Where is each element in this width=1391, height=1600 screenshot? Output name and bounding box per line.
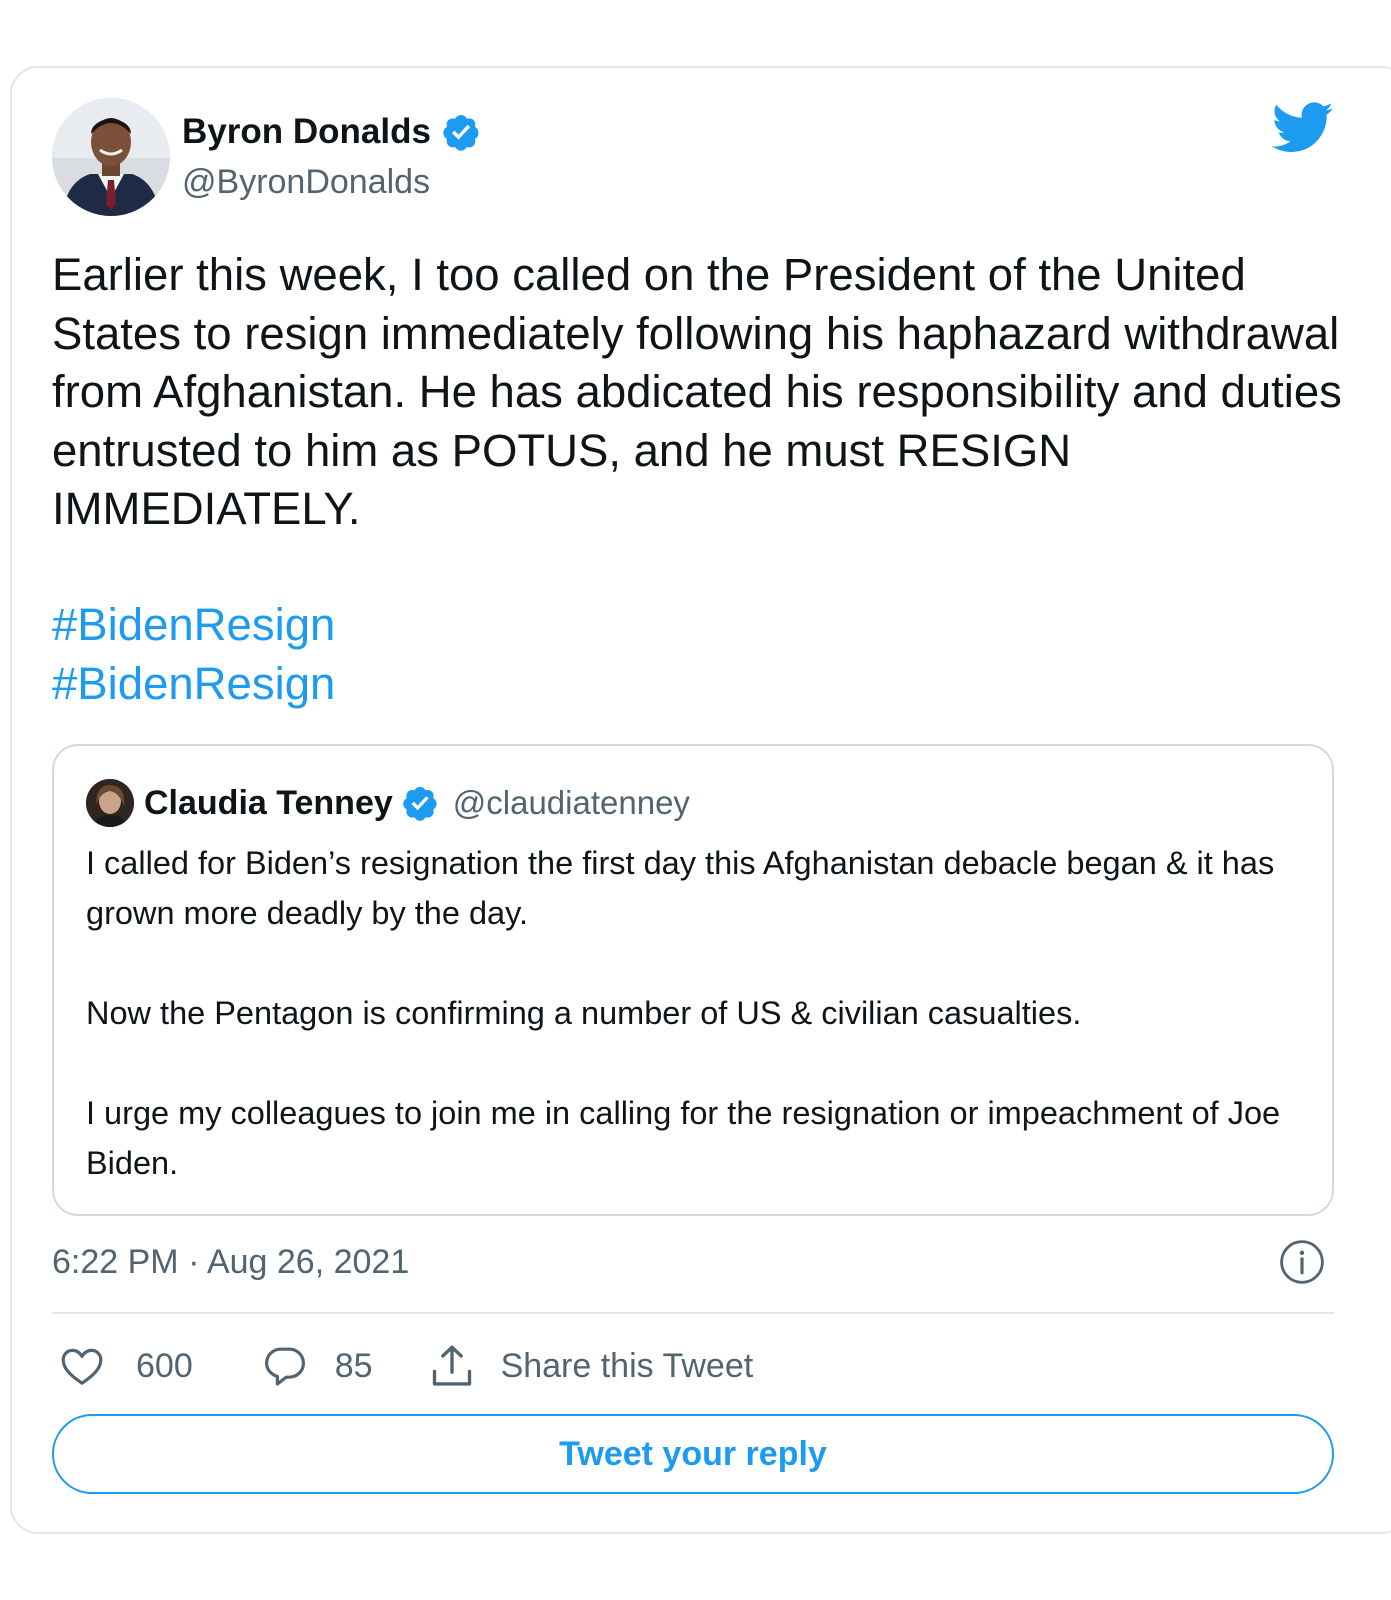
verified-badge-icon xyxy=(402,786,437,821)
author-handle[interactable]: @ByronDonalds xyxy=(182,160,430,204)
quoted-paragraph: I urge my colleagues to join me in calli… xyxy=(86,1095,1281,1181)
tweet-body: Earlier this week, I too called on the P… xyxy=(52,249,1342,534)
quoted-tweet-header: Claudia Tenney @claudiatenney xyxy=(86,778,690,828)
tweet-your-reply-button[interactable]: Tweet your reply xyxy=(52,1414,1334,1494)
verified-badge-icon xyxy=(443,115,479,151)
share-button[interactable]: Share this Tweet xyxy=(427,1341,754,1391)
reply-button[interactable]: 85 xyxy=(261,1342,427,1390)
heart-icon xyxy=(61,1348,103,1385)
share-upload-icon xyxy=(432,1345,471,1386)
tweet-timestamp[interactable]: 6:22 PM · Aug 26, 2021 xyxy=(52,1238,409,1286)
author-avatar[interactable] xyxy=(52,98,170,216)
share-label: Share this Tweet xyxy=(500,1346,754,1385)
hashtag-link[interactable]: #BidenResign xyxy=(52,596,335,655)
tweet-actions: 600 85 Share this Tweet xyxy=(52,1338,753,1394)
hashtag-link[interactable]: #BidenResign xyxy=(52,655,335,714)
hashtag-list: #BidenResign #BidenResign xyxy=(52,596,335,713)
quoted-author-handle[interactable]: @claudiatenney xyxy=(453,784,690,822)
quoted-author-avatar[interactable] xyxy=(86,779,134,827)
divider xyxy=(52,1312,1334,1314)
quoted-paragraph: I called for Biden’s resignation the fir… xyxy=(86,845,1275,931)
like-button[interactable]: 600 xyxy=(52,1342,261,1390)
like-count: 600 xyxy=(136,1346,193,1385)
author-name-row[interactable]: Byron Donalds xyxy=(182,110,481,154)
twitter-bird-icon[interactable] xyxy=(1272,100,1334,156)
quoted-paragraph: Now the Pentagon is confirming a number … xyxy=(86,995,1082,1031)
quoted-tweet[interactable]: Claudia Tenney @claudiatenney I called f… xyxy=(52,744,1334,1216)
info-icon[interactable] xyxy=(1278,1238,1326,1286)
quoted-author-name[interactable]: Claudia Tenney xyxy=(144,784,393,823)
tweet-text: Earlier this week, I too called on the P… xyxy=(52,246,1342,539)
author-name[interactable]: Byron Donalds xyxy=(182,110,431,154)
speech-bubble-icon xyxy=(264,1347,305,1386)
reply-count: 85 xyxy=(334,1346,373,1385)
quoted-tweet-text: I called for Biden’s resignation the fir… xyxy=(86,838,1306,1188)
